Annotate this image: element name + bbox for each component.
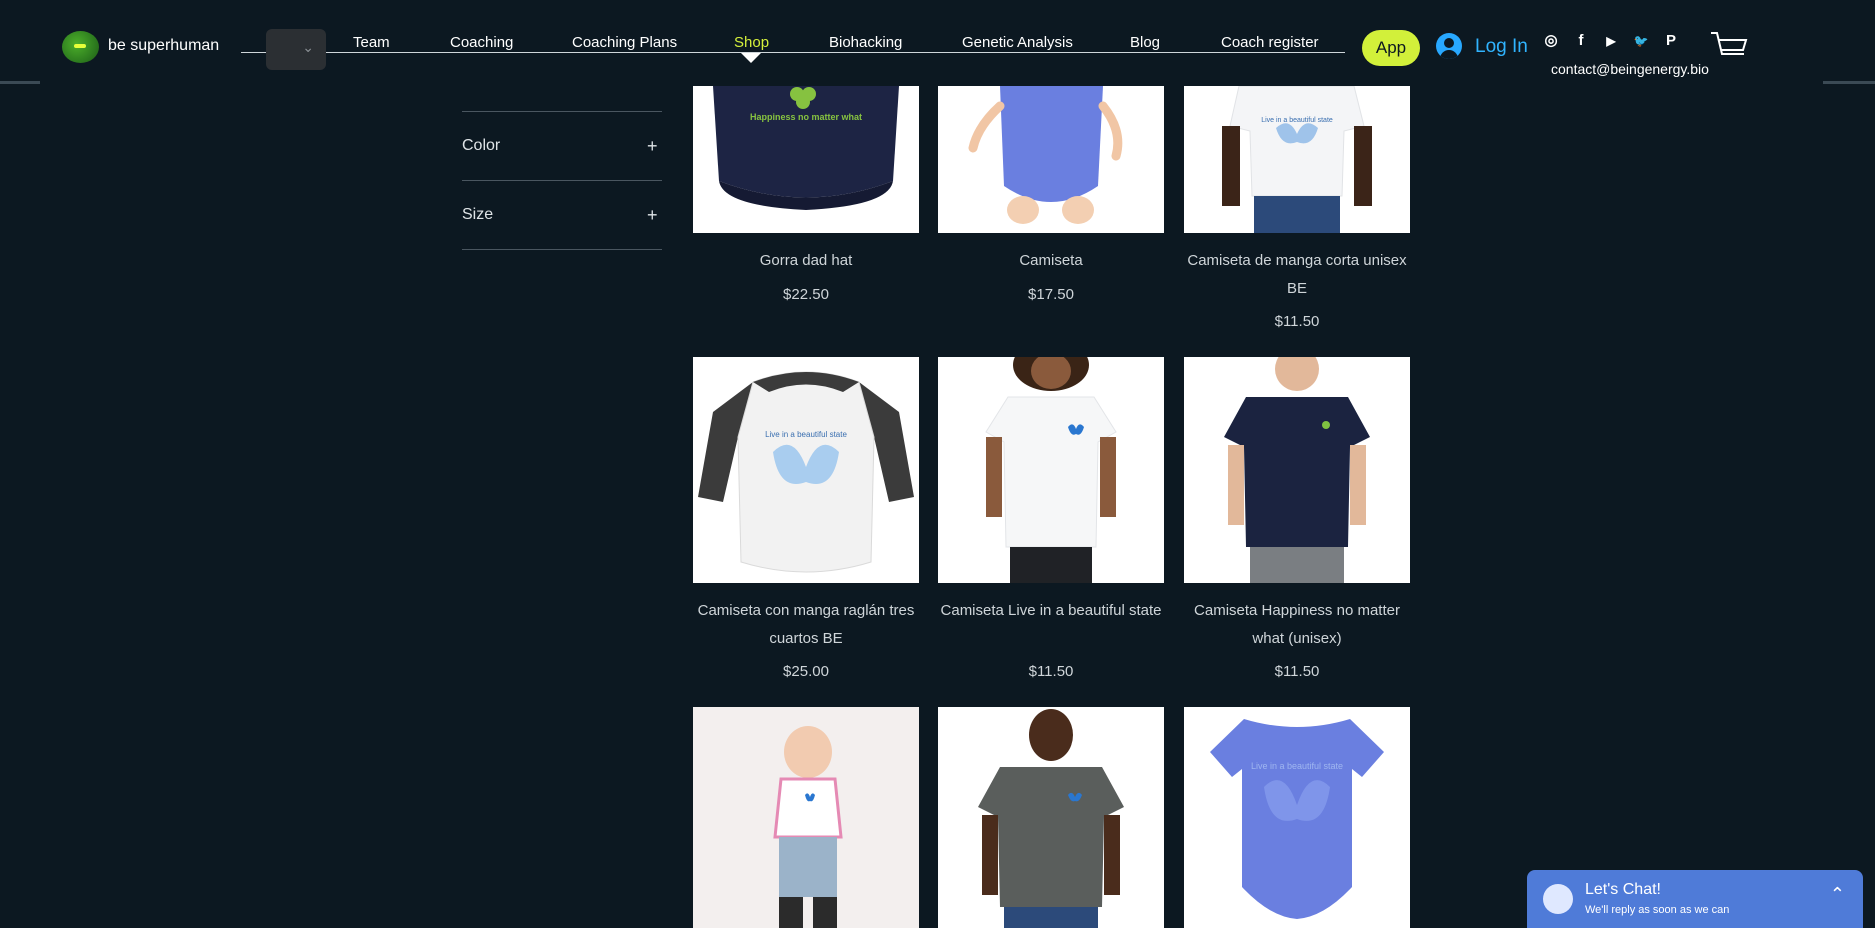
user-avatar-icon[interactable] xyxy=(1436,33,1462,59)
product-price: $25.00 xyxy=(783,663,829,680)
twitter-icon[interactable]: 🐦 xyxy=(1632,32,1650,50)
facebook-icon[interactable]: f xyxy=(1572,32,1590,50)
avatar-body xyxy=(1440,50,1458,59)
nav-genetic-analysis[interactable]: Genetic Analysis xyxy=(962,34,1073,51)
product-name[interactable]: Camiseta Happiness no matter what (unise… xyxy=(1178,597,1416,653)
brand-logo[interactable] xyxy=(62,31,99,63)
grey-tshirt-image[interactable] xyxy=(938,707,1164,928)
product-name[interactable]: Camiseta de manga corta unisex BE xyxy=(1178,247,1416,303)
contact-email[interactable]: contact@beingenergy.bio xyxy=(1551,61,1709,77)
filter-divider xyxy=(462,111,662,112)
instagram-icon[interactable]: ◎ xyxy=(1542,32,1560,50)
svg-text:Happiness no matter what: Happiness no matter what xyxy=(750,112,862,122)
svg-text:Live in a beautiful state: Live in a beautiful state xyxy=(1261,117,1333,124)
product-name[interactable]: Camiseta con manga raglán tres cuartos B… xyxy=(687,597,925,653)
youtube-icon[interactable]: ▶ xyxy=(1602,32,1620,50)
nav-shop[interactable]: Shop xyxy=(734,34,769,51)
toddler-bib-image[interactable] xyxy=(693,707,919,928)
product-name[interactable]: Gorra dad hat xyxy=(687,247,925,275)
nav-underline xyxy=(241,52,1345,53)
site-header: be superhuman ⌄ Team Coaching Coaching P… xyxy=(0,0,1875,86)
product-price: $11.50 xyxy=(1274,663,1320,680)
login-link[interactable]: Log In xyxy=(1475,36,1528,58)
filter-size-label[interactable]: Size xyxy=(462,206,493,224)
cap-image[interactable]: Happiness no matter what xyxy=(693,86,919,233)
filter-color-expand[interactable]: + xyxy=(647,136,658,157)
chat-title: Let's Chat! xyxy=(1585,881,1661,898)
nav-blog[interactable]: Blog xyxy=(1130,34,1160,51)
nav-coaching-plans[interactable]: Coaching Plans xyxy=(572,34,677,51)
chevron-up-icon[interactable]: ⌃ xyxy=(1830,884,1845,905)
product-price: $11.50 xyxy=(1028,663,1074,680)
active-nav-indicator xyxy=(741,53,761,63)
svg-text:Live in a beautiful state: Live in a beautiful state xyxy=(1251,761,1343,771)
pinterest-icon[interactable]: P xyxy=(1662,32,1680,50)
baby-onesie-image[interactable]: Live in a beautiful state xyxy=(1184,707,1410,928)
brand-name[interactable]: be superhuman xyxy=(108,37,219,55)
filter-color-label[interactable]: Color xyxy=(462,137,500,155)
navy-tshirt-image[interactable] xyxy=(1184,357,1410,583)
svg-text:Live in a beautiful state: Live in a beautiful state xyxy=(765,430,847,439)
filter-size-expand[interactable]: + xyxy=(647,205,658,226)
chevron-down-icon: ⌄ xyxy=(302,39,314,55)
product-price: $17.50 xyxy=(1028,286,1074,303)
chat-subtitle: We'll reply as soon as we can xyxy=(1585,904,1730,916)
header-divider-right xyxy=(1823,81,1875,84)
header-divider-left xyxy=(0,81,40,84)
nav-team[interactable]: Team xyxy=(353,34,390,51)
language-selector[interactable]: ⌄ xyxy=(266,29,326,70)
cart-icon[interactable] xyxy=(1710,30,1748,60)
chat-widget[interactable]: Let's Chat! We'll reply as soon as we ca… xyxy=(1527,870,1863,928)
product-name[interactable]: Camiseta Live in a beautiful state xyxy=(932,597,1170,625)
raglan-shirt-image[interactable]: Live in a beautiful state xyxy=(693,357,919,583)
product-price: $11.50 xyxy=(1274,313,1320,330)
nav-coaching[interactable]: Coaching xyxy=(450,34,513,51)
logo-mark xyxy=(74,44,86,48)
tshirt-woman-image[interactable] xyxy=(938,357,1164,583)
nav-coach-register[interactable]: Coach register xyxy=(1221,34,1319,51)
tshirt-man-image[interactable]: Live in a beautiful state xyxy=(1184,86,1410,233)
product-price: $22.50 xyxy=(783,286,829,303)
product-name[interactable]: Camiseta xyxy=(932,247,1170,275)
avatar-head xyxy=(1444,38,1454,48)
filter-divider xyxy=(462,249,662,250)
filter-divider xyxy=(462,180,662,181)
nav-biohacking[interactable]: Biohacking xyxy=(829,34,902,51)
baby-bodysuit-image[interactable] xyxy=(938,86,1164,233)
app-button[interactable]: App xyxy=(1362,30,1420,66)
chat-avatar-icon xyxy=(1543,884,1573,914)
